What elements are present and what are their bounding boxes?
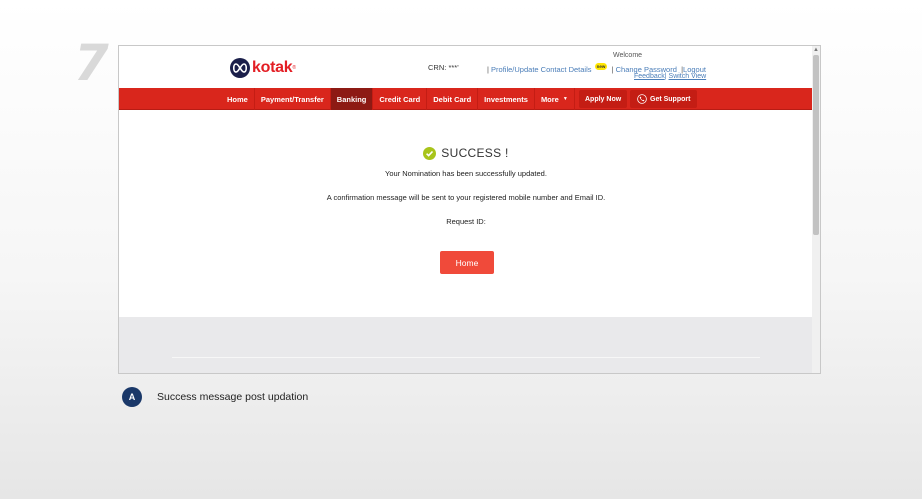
separator: | xyxy=(487,65,489,74)
success-heading: SUCCESS ! xyxy=(119,146,813,160)
site-header: kotak ® CRN: ***' | Profile/Update Conta… xyxy=(119,46,813,88)
main-navbar: Home Payment/Transfer Banking Credit Car… xyxy=(119,88,813,110)
get-support-button[interactable]: Get Support xyxy=(630,90,698,108)
check-circle-icon xyxy=(423,146,437,160)
nav-item-banking[interactable]: Banking xyxy=(330,88,374,110)
caret-down-icon: ▼ xyxy=(562,96,568,102)
page-footer xyxy=(119,317,813,373)
vertical-scrollbar[interactable]: ▲ xyxy=(812,46,820,373)
new-badge: new xyxy=(594,63,608,70)
step-caption: A Success message post updation xyxy=(122,387,308,407)
get-support-label: Get Support xyxy=(650,95,691,103)
nav-item-payment-transfer[interactable]: Payment/Transfer xyxy=(255,88,331,110)
request-id-label: Request ID: xyxy=(446,217,486,226)
nav-item-investments[interactable]: Investments xyxy=(478,88,535,110)
welcome-text: Welcome xyxy=(613,52,643,59)
phone-icon xyxy=(637,94,647,104)
scroll-thumb[interactable] xyxy=(813,55,819,235)
separator: | xyxy=(664,73,667,80)
kotak-logo[interactable]: kotak ® xyxy=(230,58,296,78)
browser-frame: kotak ® CRN: ***' | Profile/Update Conta… xyxy=(118,45,821,374)
caption-badge: A xyxy=(122,387,142,407)
nav-item-more[interactable]: More ▼ xyxy=(535,88,575,110)
crn-label: CRN: xyxy=(428,63,447,72)
feedback-link[interactable]: Feedback xyxy=(634,73,665,80)
nav-item-home[interactable]: Home xyxy=(221,88,255,110)
separator: | xyxy=(609,65,614,74)
caption-text: Success message post updation xyxy=(157,391,309,403)
kotak-infinity-icon xyxy=(230,58,250,78)
profile-update-link[interactable]: Profile/Update Contact Details xyxy=(491,65,591,74)
home-button[interactable]: Home xyxy=(440,251,494,274)
crn-display: CRN: ***' xyxy=(428,63,459,72)
confirmation-message: A confirmation message will be sent to y… xyxy=(326,193,606,202)
scroll-up-arrow-icon[interactable]: ▲ xyxy=(813,47,819,53)
success-panel: SUCCESS ! Your Nomination has been succe… xyxy=(119,110,813,317)
nomination-updated-message: Your Nomination has been successfully up… xyxy=(385,169,547,178)
nav-item-credit-card[interactable]: Credit Card xyxy=(373,88,428,110)
logo-text: kotak xyxy=(252,59,293,76)
crn-value: ***' xyxy=(448,63,459,72)
success-title: SUCCESS ! xyxy=(441,146,509,160)
nav-items: Home Payment/Transfer Banking Credit Car… xyxy=(221,88,575,110)
step-number: 7 xyxy=(74,34,109,92)
nav-item-debit-card[interactable]: Debit Card xyxy=(427,88,479,110)
switch-view-link[interactable]: Switch View xyxy=(669,73,707,80)
header-secondary-links: Feedback| Switch View xyxy=(634,73,706,80)
page-viewport: kotak ® CRN: ***' | Profile/Update Conta… xyxy=(119,46,813,373)
footer-divider xyxy=(172,357,760,358)
logo-registered-mark: ® xyxy=(292,65,296,71)
nav-item-more-label: More xyxy=(540,94,559,104)
apply-now-button[interactable]: Apply Now xyxy=(579,90,628,108)
